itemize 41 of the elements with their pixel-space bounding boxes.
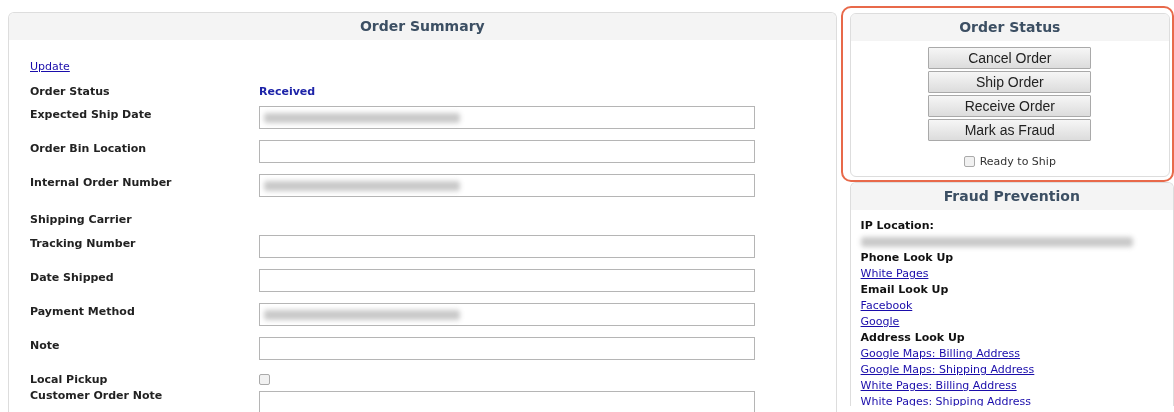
panel-title: Order Summary: [9, 13, 836, 40]
action-button[interactable]: Receive Order: [928, 95, 1092, 117]
field-label: Internal Order Number: [30, 175, 173, 189]
field-label: Local Pickup: [30, 372, 109, 386]
field-label: Expected Ship Date: [30, 107, 153, 121]
action-button[interactable]: Ship Order: [928, 71, 1092, 93]
checkbox[interactable]: [259, 373, 270, 385]
input-field[interactable]: [259, 391, 755, 412]
lookup-link[interactable]: White Pages: [860, 266, 929, 282]
section-heading: IP Location:: [860, 218, 935, 234]
section-heading: Address Look Up: [860, 330, 966, 346]
section-heading: Phone Look Up: [860, 250, 955, 266]
panel-title: Order Status: [850, 14, 1169, 41]
lookup-link[interactable]: Google Maps: Billing Address: [860, 346, 1021, 362]
input-field[interactable]: [259, 140, 755, 163]
input-field[interactable]: [259, 235, 755, 258]
lookup-link[interactable]: White Pages: Billing Address: [860, 378, 1017, 394]
checkbox-label: Ready to Ship: [979, 155, 1056, 168]
lookup-link[interactable]: Facebook: [860, 298, 913, 314]
input-field[interactable]: [259, 337, 755, 360]
action-button[interactable]: Cancel Order: [928, 47, 1092, 69]
field-label: Order Status: [30, 85, 111, 98]
status-value: Received: [259, 85, 316, 98]
field-label: Shipping Carrier: [30, 213, 133, 226]
field-label: Date Shipped: [30, 270, 115, 284]
input-field[interactable]: [259, 303, 755, 326]
lookup-link[interactable]: Google Maps: Shipping Address: [860, 362, 1035, 378]
input-field[interactable]: [259, 106, 755, 129]
lookup-link[interactable]: Google: [860, 314, 900, 330]
section-heading: Email Look Up: [860, 282, 950, 298]
field-label: Tracking Number: [30, 236, 137, 250]
checkbox[interactable]: [963, 156, 975, 167]
field-label: Order Bin Location: [30, 141, 148, 155]
field-label: Customer Order Note: [30, 389, 164, 402]
input-field[interactable]: [259, 174, 755, 197]
field-label: Note: [30, 338, 61, 352]
input-field[interactable]: [259, 269, 755, 292]
update-link[interactable]: Update: [30, 60, 70, 73]
panel-title: Fraud Prevention: [850, 183, 1173, 210]
action-button[interactable]: Mark as Fraud: [928, 119, 1092, 141]
field-label: Payment Method: [30, 304, 136, 318]
